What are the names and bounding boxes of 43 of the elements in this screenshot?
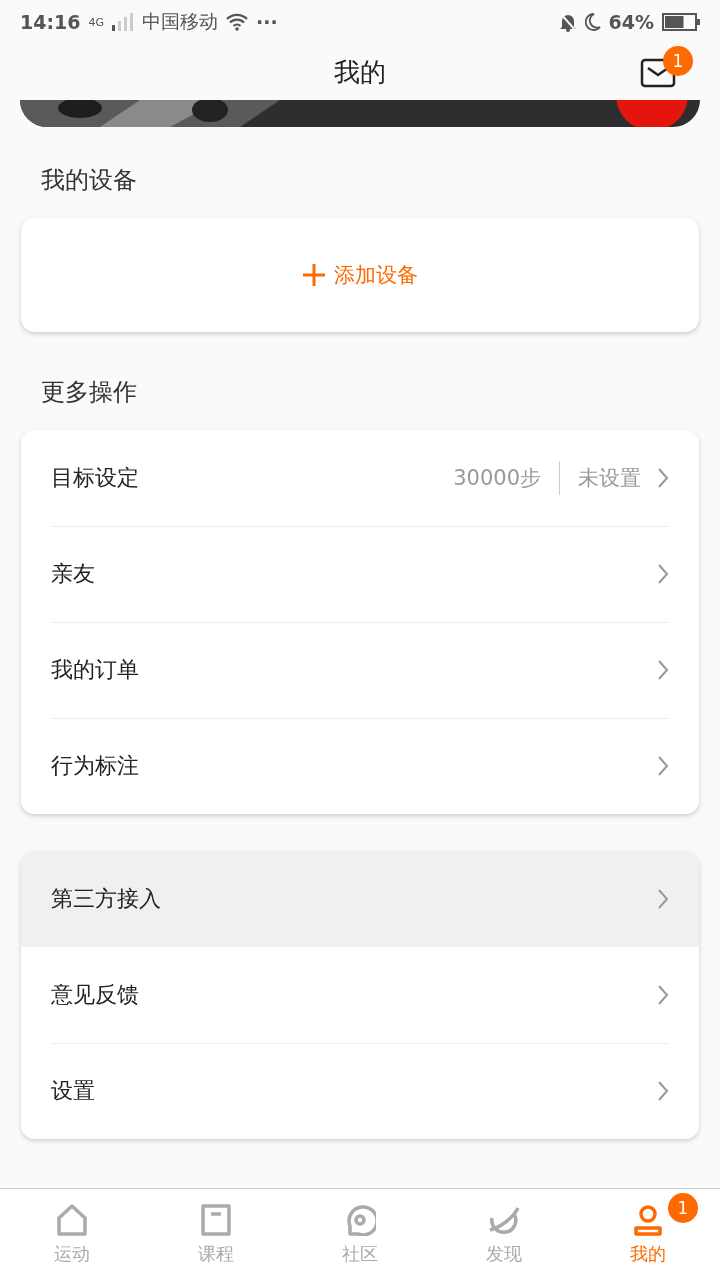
person-icon xyxy=(632,1203,664,1236)
carrier-text: 中国移动 xyxy=(142,9,218,34)
muted-bell-icon xyxy=(558,12,577,32)
plus-icon xyxy=(302,263,326,287)
row-label: 我的订单 xyxy=(51,656,140,684)
status-text: 未设置 xyxy=(578,465,641,492)
row-label: 目标设定 xyxy=(51,464,140,492)
section-title: 我的设备 xyxy=(40,165,138,196)
chevron-right-icon xyxy=(657,467,669,489)
chevron-right-icon xyxy=(657,755,669,777)
menu-row[interactable]: 我的订单 xyxy=(21,622,699,718)
book-icon xyxy=(200,1203,232,1236)
row-label: 行为标注 xyxy=(51,752,140,780)
menu-row[interactable]: 设置 xyxy=(21,1043,699,1139)
chevron-right-icon xyxy=(657,1080,669,1102)
notification-badge: 1 xyxy=(663,46,693,76)
time-text: 14:16 xyxy=(20,11,81,33)
row-label: 设置 xyxy=(51,1077,96,1105)
goal-value: 30000步 xyxy=(453,465,541,492)
network-text: 4G xyxy=(88,15,104,29)
more-text: ··· xyxy=(256,11,278,33)
menu-row[interactable]: 意见反馈 xyxy=(21,947,699,1043)
menu-row[interactable]: 第三方接入 xyxy=(21,851,699,947)
battery-icon xyxy=(662,13,700,31)
row-label: 亲友 xyxy=(51,560,96,588)
page-title: 我的 xyxy=(334,55,386,89)
row-label: 第三方接入 xyxy=(51,885,162,913)
chevron-right-icon xyxy=(657,563,669,585)
signal-icon xyxy=(112,13,134,31)
row-label: 意见反馈 xyxy=(51,981,140,1009)
house-icon xyxy=(56,1203,88,1236)
chevron-right-icon xyxy=(657,984,669,1006)
battery-text: 64% xyxy=(608,11,654,33)
chevron-right-icon xyxy=(657,888,669,910)
menu-row[interactable]: 行为标注 xyxy=(21,718,699,814)
menu-row[interactable]: 亲友 xyxy=(21,526,699,622)
menu-row[interactable]: 目标设定 30000步 未设置 xyxy=(21,430,699,526)
chevron-right-icon xyxy=(657,659,669,681)
chat-bubble-icon xyxy=(344,1203,376,1236)
notification-badge: 1 xyxy=(668,1193,698,1223)
section-title: 更多操作 xyxy=(40,377,138,408)
moon-icon xyxy=(584,13,601,31)
wifi-icon xyxy=(226,13,248,31)
